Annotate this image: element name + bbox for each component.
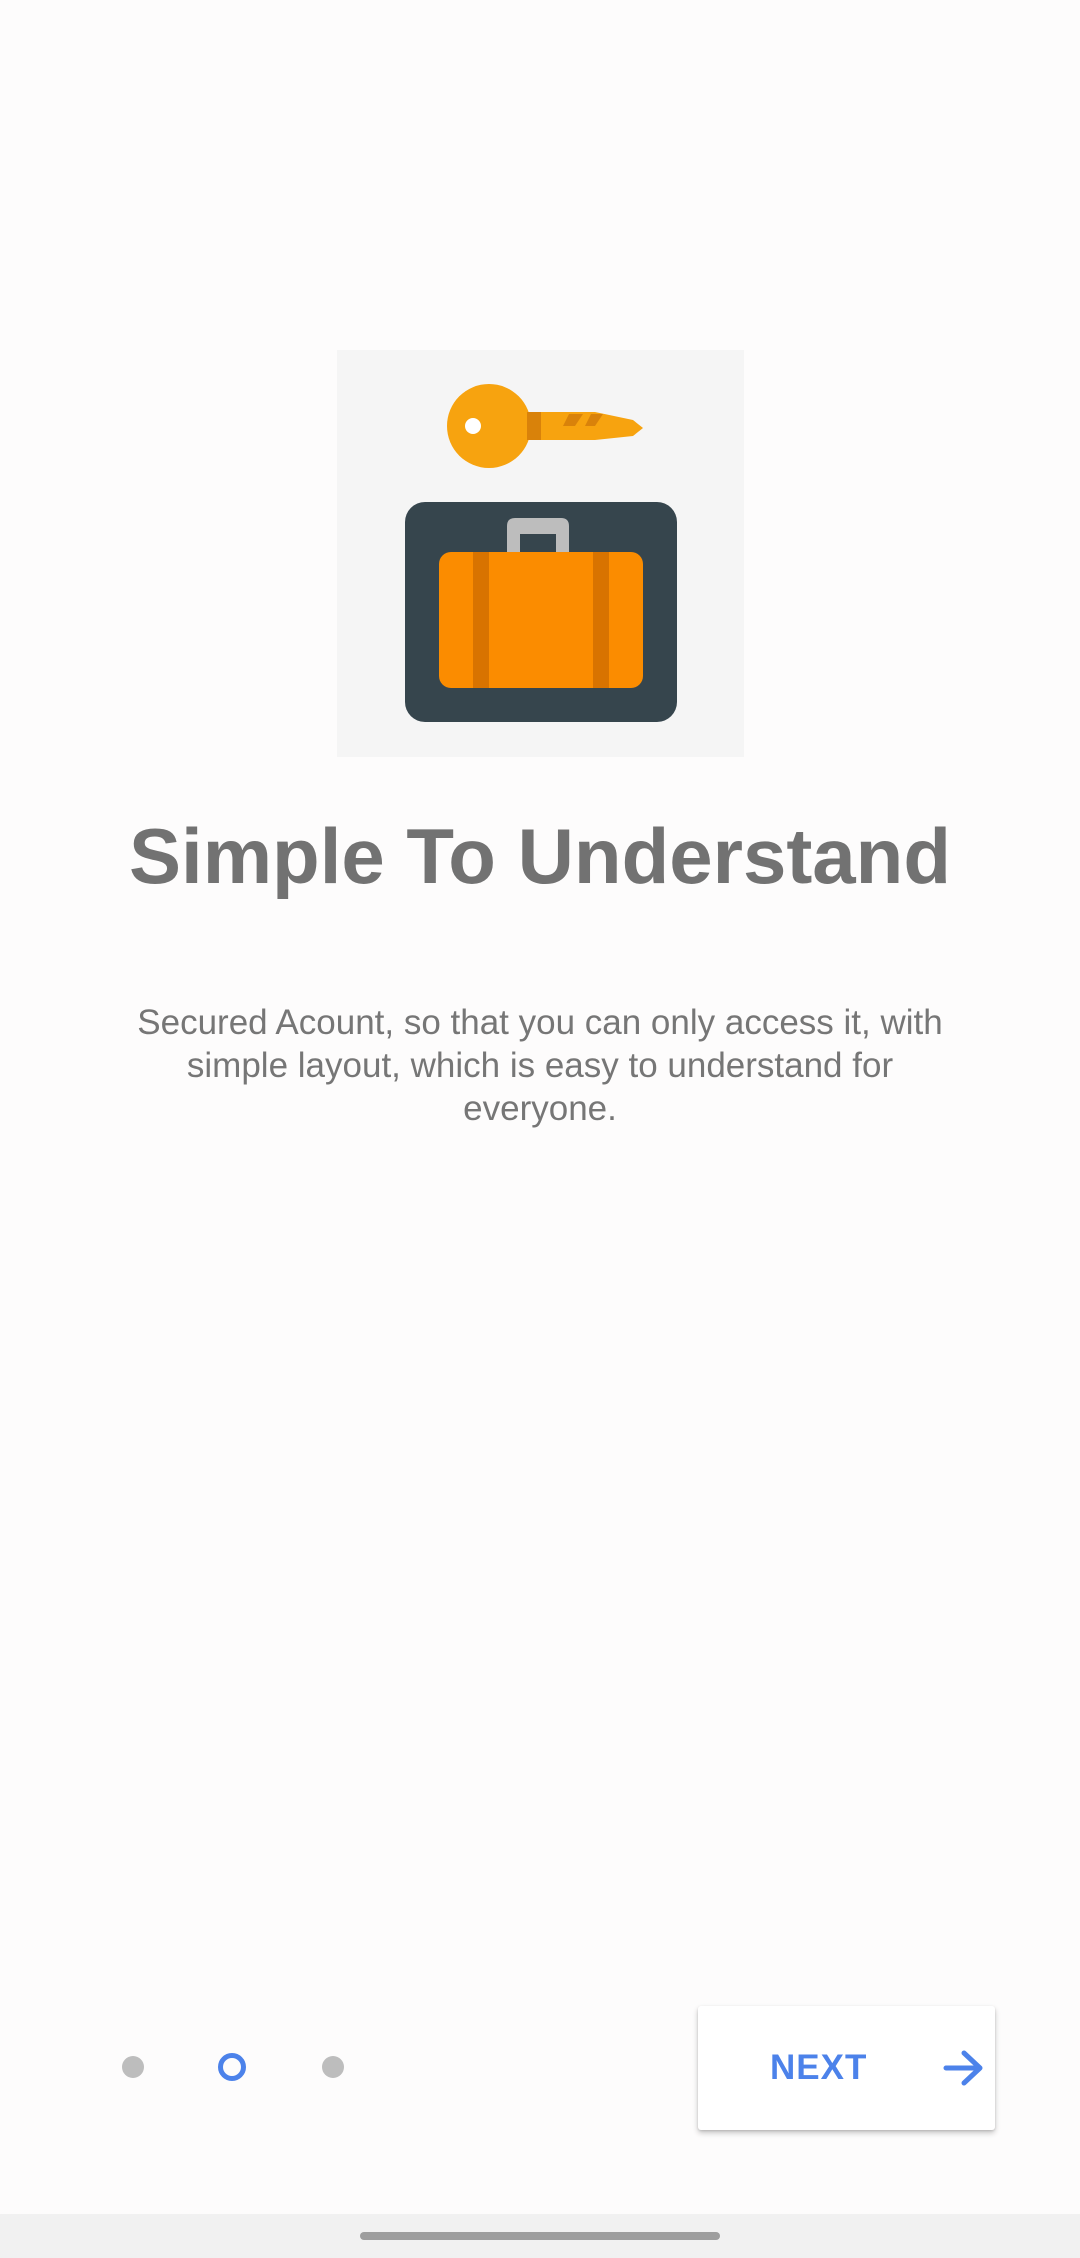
page-indicator-dot-3 xyxy=(322,2056,344,2078)
briefcase-icon xyxy=(405,502,677,722)
page-indicator-dot-1 xyxy=(122,2056,144,2078)
home-indicator[interactable] xyxy=(360,2232,720,2240)
next-button[interactable]: NEXT xyxy=(698,2006,995,2130)
page-title: Simple To Understand xyxy=(129,812,951,900)
next-button-label: NEXT xyxy=(770,2048,868,2087)
key-icon xyxy=(447,384,643,468)
page-description: Secured Acount, so that you can only acc… xyxy=(137,1003,943,1128)
page-indicator-dot-2 xyxy=(218,2053,246,2081)
arrow-right-icon xyxy=(943,2050,983,2086)
onboarding-illustration xyxy=(337,350,744,757)
key-and-briefcase-icon xyxy=(405,384,677,722)
